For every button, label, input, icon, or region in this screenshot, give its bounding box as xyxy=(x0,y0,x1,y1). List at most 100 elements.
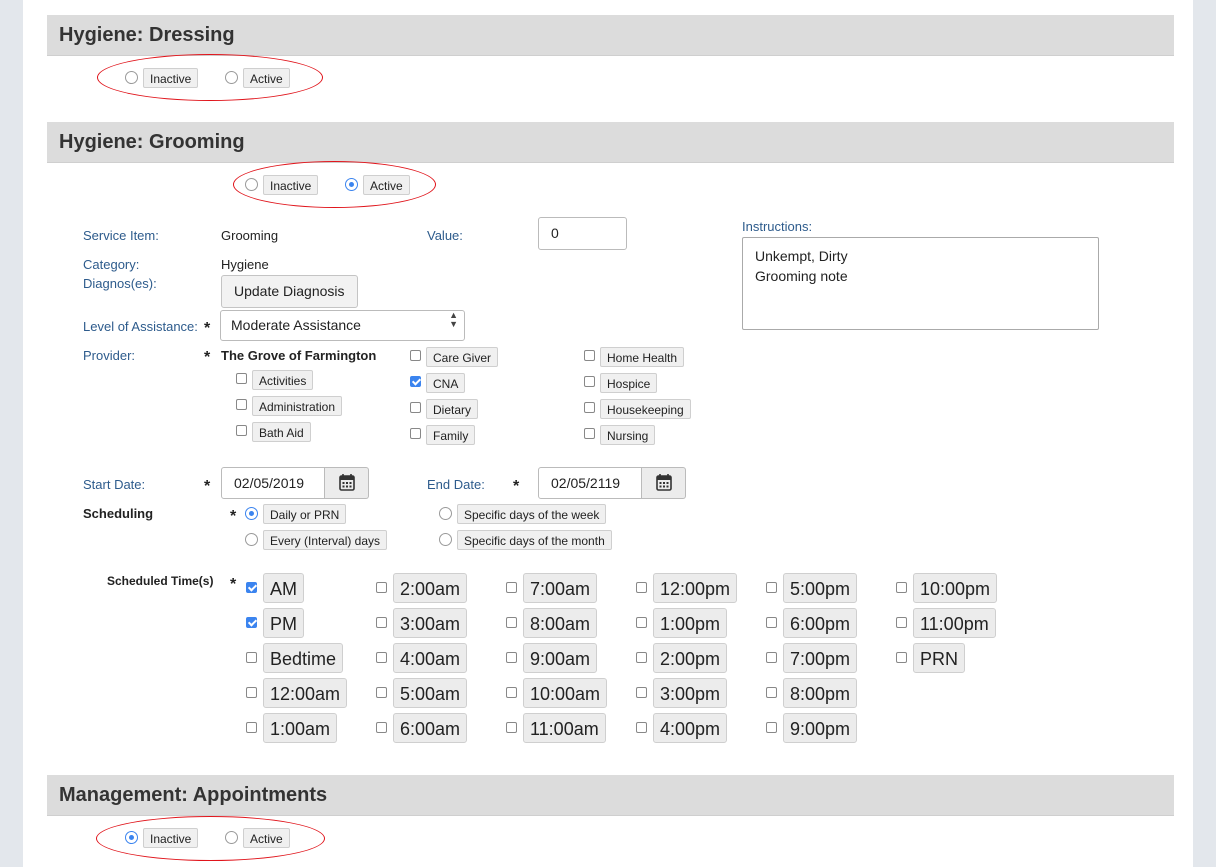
provider-nursing-checkbox[interactable] xyxy=(584,428,595,439)
provider-activities-checkbox[interactable] xyxy=(236,373,247,384)
time-500am-button[interactable]: 5:00am xyxy=(393,678,468,708)
provider-cna-checkbox[interactable] xyxy=(410,376,421,387)
time-1000pm-checkbox[interactable] xyxy=(896,582,907,593)
chevron-updown-icon: ▲ ▼ xyxy=(449,310,458,329)
section-header-dressing: Hygiene: Dressing xyxy=(47,15,1174,56)
time-700am-checkbox[interactable] xyxy=(506,582,517,593)
time-800pm-checkbox[interactable] xyxy=(766,687,777,698)
time-600pm-button[interactable]: 6:00pm xyxy=(783,608,858,638)
provider-administration-checkbox[interactable] xyxy=(236,399,247,410)
provider-care-giver-label[interactable]: Care Giver xyxy=(426,347,499,367)
time-1100am-checkbox[interactable] xyxy=(506,722,517,733)
provider-care-giver-checkbox[interactable] xyxy=(410,350,421,361)
provider-activities-label[interactable]: Activities xyxy=(252,370,314,390)
provider-bath-aid-checkbox[interactable] xyxy=(236,425,247,436)
time-800am-button[interactable]: 8:00am xyxy=(523,608,598,638)
time-900am-button[interactable]: 9:00am xyxy=(523,643,598,673)
time-1200am-checkbox[interactable] xyxy=(246,687,257,698)
time-800pm-button[interactable]: 8:00pm xyxy=(783,678,858,708)
provider-hospice-label[interactable]: Hospice xyxy=(600,373,658,393)
time-200am-checkbox[interactable] xyxy=(376,582,387,593)
provider-family-checkbox[interactable] xyxy=(410,428,421,439)
time-am-checkbox[interactable] xyxy=(246,582,257,593)
time-bedtime-button[interactable]: Bedtime xyxy=(263,643,344,673)
time-1100pm-checkbox[interactable] xyxy=(896,617,907,628)
update-diagnosis-button[interactable]: Update Diagnosis xyxy=(221,275,358,308)
scheduling-month-radio[interactable] xyxy=(439,533,452,546)
time-900am-checkbox[interactable] xyxy=(506,652,517,663)
time-400am-button[interactable]: 4:00am xyxy=(393,643,468,673)
time-100am-checkbox[interactable] xyxy=(246,722,257,733)
provider-cna-label[interactable]: CNA xyxy=(426,373,466,393)
section-title: Hygiene: Grooming xyxy=(59,131,245,153)
time-prn-button[interactable]: PRN xyxy=(913,643,966,673)
time-100pm-checkbox[interactable] xyxy=(636,617,647,628)
provider-home-health-checkbox[interactable] xyxy=(584,350,595,361)
time-1000am-checkbox[interactable] xyxy=(506,687,517,698)
time-1000pm-button[interactable]: 10:00pm xyxy=(913,573,998,603)
provider-hospice-checkbox[interactable] xyxy=(584,376,595,387)
time-bedtime-checkbox[interactable] xyxy=(246,652,257,663)
time-1200pm-button[interactable]: 12:00pm xyxy=(653,573,738,603)
provider-family-label[interactable]: Family xyxy=(426,425,476,445)
time-pm-button[interactable]: PM xyxy=(263,608,304,638)
time-600pm-checkbox[interactable] xyxy=(766,617,777,628)
time-1200am-button[interactable]: 12:00am xyxy=(263,678,348,708)
time-pm-checkbox[interactable] xyxy=(246,617,257,628)
provider-housekeeping-label[interactable]: Housekeeping xyxy=(600,399,691,419)
time-300pm-checkbox[interactable] xyxy=(636,687,647,698)
scheduling-week-label[interactable]: Specific days of the week xyxy=(457,504,607,524)
time-500am-checkbox[interactable] xyxy=(376,687,387,698)
time-700am-button[interactable]: 7:00am xyxy=(523,573,598,603)
provider-dietary-checkbox[interactable] xyxy=(410,402,421,413)
scheduling-daily-label[interactable]: Daily or PRN xyxy=(263,504,347,524)
provider-dietary-label[interactable]: Dietary xyxy=(426,399,479,419)
time-700pm-checkbox[interactable] xyxy=(766,652,777,663)
time-400pm-button[interactable]: 4:00pm xyxy=(653,713,728,743)
provider-bath-aid-label[interactable]: Bath Aid xyxy=(252,422,311,442)
time-500pm-button[interactable]: 5:00pm xyxy=(783,573,858,603)
end-date-input[interactable]: 02/05/2119 xyxy=(538,467,642,499)
start-date-input[interactable]: 02/05/2019 xyxy=(221,467,325,499)
scheduling-interval-label[interactable]: Every (Interval) days xyxy=(263,530,388,550)
provider-nursing-label[interactable]: Nursing xyxy=(600,425,656,445)
time-100pm-button[interactable]: 1:00pm xyxy=(653,608,728,638)
time-600am-button[interactable]: 6:00am xyxy=(393,713,468,743)
time-900pm-button[interactable]: 9:00pm xyxy=(783,713,858,743)
instructions-textarea[interactable]: Unkempt, Dirty Grooming note xyxy=(742,237,1099,330)
time-200pm-checkbox[interactable] xyxy=(636,652,647,663)
time-200am-button[interactable]: 2:00am xyxy=(393,573,468,603)
provider-housekeeping-checkbox[interactable] xyxy=(584,402,595,413)
end-date-picker-button[interactable] xyxy=(642,467,686,499)
time-700pm-button[interactable]: 7:00pm xyxy=(783,643,858,673)
provider-home-health-label[interactable]: Home Health xyxy=(600,347,685,367)
time-1200pm-checkbox[interactable] xyxy=(636,582,647,593)
time-400am-checkbox[interactable] xyxy=(376,652,387,663)
time-300pm-button[interactable]: 3:00pm xyxy=(653,678,728,708)
scheduling-interval-radio[interactable] xyxy=(245,533,258,546)
time-1100pm-button[interactable]: 11:00pm xyxy=(913,608,996,638)
time-800am-checkbox[interactable] xyxy=(506,617,517,628)
time-am-button[interactable]: AM xyxy=(263,573,304,603)
time-200pm-button[interactable]: 2:00pm xyxy=(653,643,728,673)
level-of-assistance-select[interactable]: Moderate Assistance ▲ ▼ xyxy=(220,310,465,341)
time-300am-button[interactable]: 3:00am xyxy=(393,608,468,638)
provider-administration-label[interactable]: Administration xyxy=(252,396,343,416)
time-100am-button[interactable]: 1:00am xyxy=(263,713,338,743)
scheduling-daily-radio[interactable] xyxy=(245,507,258,520)
service-item-label: Service Item: xyxy=(83,228,159,243)
time-500pm-checkbox[interactable] xyxy=(766,582,777,593)
start-date-picker-button[interactable] xyxy=(325,467,369,499)
time-1100am-button[interactable]: 11:00am xyxy=(523,713,606,743)
calendar-icon xyxy=(339,474,355,491)
value-input[interactable]: 0 xyxy=(538,217,627,250)
time-400pm-checkbox[interactable] xyxy=(636,722,647,733)
scheduling-month-label[interactable]: Specific days of the month xyxy=(457,530,612,550)
annotation-oval xyxy=(97,54,323,101)
time-300am-checkbox[interactable] xyxy=(376,617,387,628)
scheduling-week-radio[interactable] xyxy=(439,507,452,520)
time-600am-checkbox[interactable] xyxy=(376,722,387,733)
time-1000am-button[interactable]: 10:00am xyxy=(523,678,608,708)
time-900pm-checkbox[interactable] xyxy=(766,722,777,733)
time-prn-checkbox[interactable] xyxy=(896,652,907,663)
